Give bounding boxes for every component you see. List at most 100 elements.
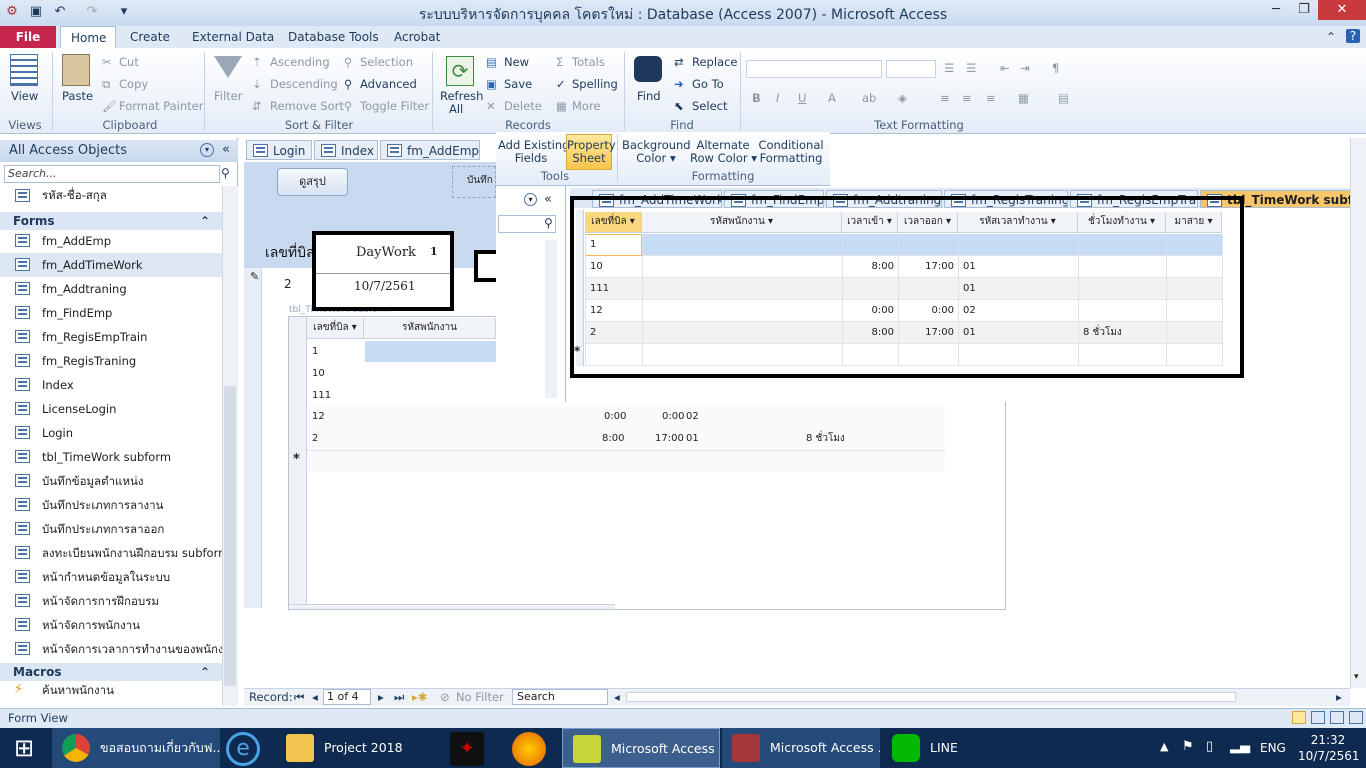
doc-tab-login[interactable]: Login	[246, 140, 312, 160]
current-record-field[interactable]: 1 of 4	[323, 689, 371, 705]
undo-icon[interactable]: ↶	[52, 4, 68, 20]
more-button[interactable]: More	[572, 99, 601, 113]
new-record-nav-icon[interactable]: ▸✱	[412, 690, 427, 704]
subform-cell[interactable]: 111	[312, 385, 331, 406]
record-selector-bar[interactable]	[244, 268, 262, 608]
format-painter-icon[interactable]: 🖌	[102, 99, 117, 113]
save-record-button[interactable]: Save	[504, 77, 532, 91]
subform-cell[interactable]: 10	[312, 363, 325, 384]
no-filter-icon[interactable]: ⊘	[440, 690, 450, 704]
subform-nav-strip[interactable]	[289, 604, 615, 609]
toggle-filter-button[interactable]: Toggle Filter	[360, 99, 429, 113]
new-record-icon[interactable]: ▤	[486, 55, 497, 69]
toggle-filter-icon[interactable]: ⚲	[344, 99, 352, 113]
find-button[interactable]: Find	[637, 89, 661, 103]
refresh-icon[interactable]: ⟳	[446, 56, 474, 86]
format-painter-button[interactable]: Format Painter	[119, 99, 203, 113]
numbering-icon[interactable]: ☰	[966, 61, 976, 75]
nav-item-form[interactable]: หน้าจัดการเวลาการทำงานของพนักง...	[0, 637, 222, 661]
close-button[interactable]: ✕	[1318, 0, 1366, 20]
nav-scrollbar-thumb[interactable]	[224, 386, 236, 686]
subform-cell[interactable]: 2	[312, 428, 318, 449]
subform-cell[interactable]: 1	[312, 341, 318, 362]
battery-icon[interactable]: ▯	[1206, 739, 1213, 754]
selection-button[interactable]: Selection	[360, 55, 413, 69]
property-sheet-button[interactable]: Property Sheet	[566, 134, 616, 170]
network-icon[interactable]: ▂▄	[1230, 739, 1250, 754]
nav-item-form[interactable]: ลงทะเบียนพนักงานฝึกอบรม subform	[0, 541, 222, 565]
datasheet-view-icon[interactable]	[1311, 711, 1325, 724]
new-record-button[interactable]: New	[504, 55, 529, 69]
tab-home[interactable]: Home	[60, 26, 116, 48]
spelling-button[interactable]: Spelling	[572, 77, 618, 91]
ie-icon[interactable]: e	[226, 732, 260, 766]
help-icon[interactable]: ?	[1346, 29, 1360, 43]
bullets-icon[interactable]: ☰	[944, 61, 954, 75]
minimize-button[interactable]: ─	[1262, 0, 1290, 20]
nav-item-form[interactable]: หน้าจัดการการฝึกอบรม	[0, 589, 222, 613]
spelling-icon[interactable]: ✓	[556, 77, 566, 91]
subform-cell[interactable]: 02	[686, 406, 699, 427]
replace-icon[interactable]: ⇄	[674, 55, 684, 69]
layout-view-icon[interactable]	[1330, 711, 1344, 724]
nav-item-form[interactable]: fm_Addtraning	[0, 277, 222, 301]
overlay-nav-chevron-icon[interactable]: ▾	[524, 193, 537, 206]
scroll-down-icon[interactable]: ▾	[1354, 672, 1359, 682]
alternate-fill-icon[interactable]: ▤	[1058, 91, 1069, 105]
tab-external-data[interactable]: External Data	[182, 26, 284, 48]
record-search-input[interactable]: Search	[512, 689, 608, 705]
ascending-button[interactable]: Ascending	[270, 55, 330, 69]
filter-button[interactable]: Filter	[214, 89, 242, 103]
prev-record-icon[interactable]: ◂	[312, 690, 318, 704]
subform-cell[interactable]: 17:00	[655, 428, 684, 449]
subform-cell[interactable]: 01	[686, 428, 699, 449]
taskbar-app-explorer[interactable]: Project 2018	[276, 728, 432, 768]
select-button[interactable]: Select	[692, 99, 727, 113]
language-indicator[interactable]: ENG	[1260, 741, 1286, 755]
garena-icon[interactable]: ✦	[450, 732, 484, 766]
outdent-icon[interactable]: ⇤	[1000, 61, 1010, 75]
nav-item-form[interactable]: fm_FindEmp	[0, 301, 222, 325]
align-center-icon[interactable]: ≡	[962, 91, 972, 105]
firefox-icon[interactable]	[512, 732, 546, 766]
subform-selected-cell[interactable]	[365, 341, 496, 362]
redo-icon[interactable]: ↷	[84, 4, 100, 20]
save-icon[interactable]: ▣	[28, 4, 44, 20]
save-record-icon[interactable]: ▣	[486, 77, 497, 91]
descending-button[interactable]: Descending	[270, 77, 338, 91]
subform-cell[interactable]: 0:00	[662, 406, 684, 427]
subform-col-header[interactable]: รหัสพนักงาน	[364, 318, 496, 339]
paste-icon[interactable]	[62, 54, 90, 86]
italic-button[interactable]: I	[776, 91, 779, 105]
cut-button[interactable]: Cut	[119, 55, 139, 69]
horizontal-scrollbar[interactable]	[626, 692, 1236, 702]
overlay-collapse-icon[interactable]: «	[544, 192, 552, 207]
nav-item-form[interactable]: tbl_TimeWork subform	[0, 445, 222, 469]
minimize-ribbon-icon[interactable]: ⌃	[1326, 30, 1336, 44]
paragraph-icon[interactable]: ¶	[1052, 61, 1059, 75]
advanced-button[interactable]: Advanced	[360, 77, 417, 91]
more-icon[interactable]: ▦	[556, 99, 567, 113]
subform-cell[interactable]: 12	[312, 406, 325, 427]
fill-color-icon[interactable]: ◈	[898, 91, 907, 105]
access-app-icon[interactable]: ⚙	[4, 4, 20, 20]
nav-item-top[interactable]: รหัส-ชื่อ-สกุล	[0, 184, 222, 206]
align-left-icon[interactable]: ≡	[940, 91, 950, 105]
select-icon[interactable]: ⬉	[674, 99, 684, 113]
delete-record-button[interactable]: Delete	[504, 99, 542, 113]
taskbar-app-line[interactable]: LINE	[882, 728, 1040, 768]
first-record-icon[interactable]: ⏮	[294, 690, 304, 705]
doc-tab-fm-addemp[interactable]: fm_AddEmp	[380, 140, 480, 160]
conditional-formatting-button[interactable]: Conditional Formatting	[758, 139, 824, 165]
subform-cell[interactable]: 0:00	[604, 406, 626, 427]
advanced-icon[interactable]: ⚲	[344, 77, 352, 91]
font-color-icon[interactable]: A	[828, 91, 836, 105]
view-button[interactable]: View	[11, 89, 38, 103]
nav-collapse-icon[interactable]: «	[222, 142, 230, 157]
nav-item-form[interactable]: บันทึกข้อมูลตำแหน่ง	[0, 469, 222, 493]
find-icon[interactable]	[634, 56, 662, 82]
nav-item-form[interactable]: LicenseLogin	[0, 397, 222, 421]
nav-item-form[interactable]: fm_AddTimeWork	[0, 253, 222, 277]
show-hidden-icons-icon[interactable]: ▲	[1160, 740, 1168, 753]
align-right-icon[interactable]: ≡	[986, 91, 996, 105]
